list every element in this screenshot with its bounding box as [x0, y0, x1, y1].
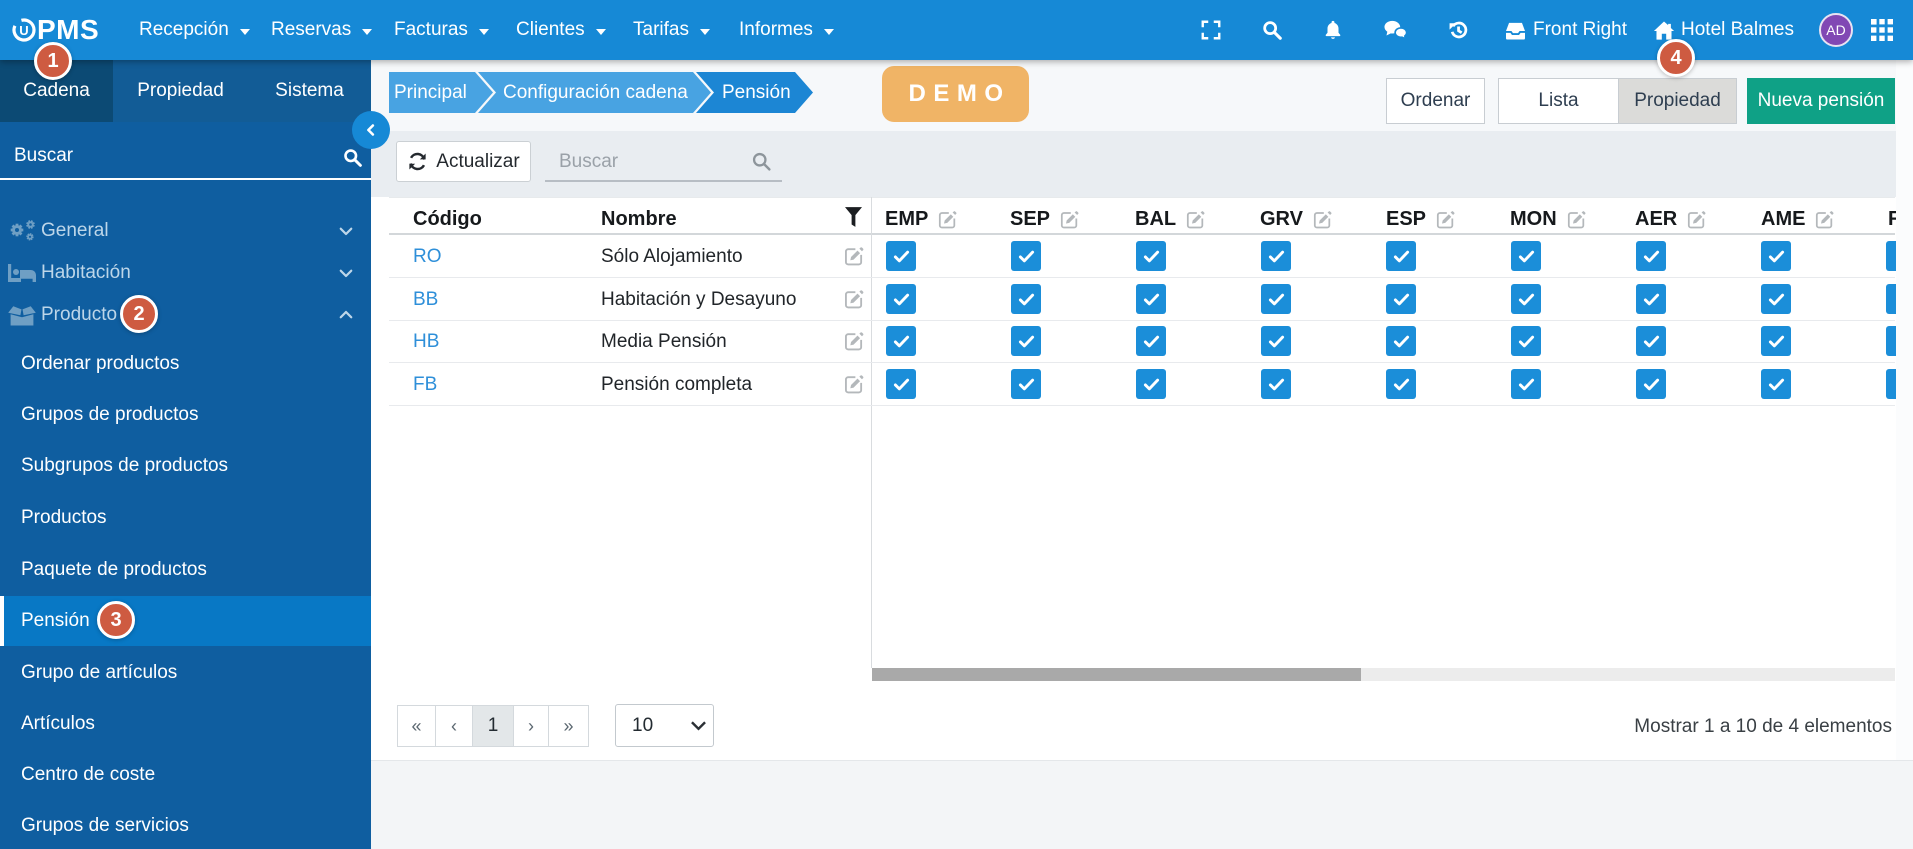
svg-text:U: U	[19, 23, 28, 38]
